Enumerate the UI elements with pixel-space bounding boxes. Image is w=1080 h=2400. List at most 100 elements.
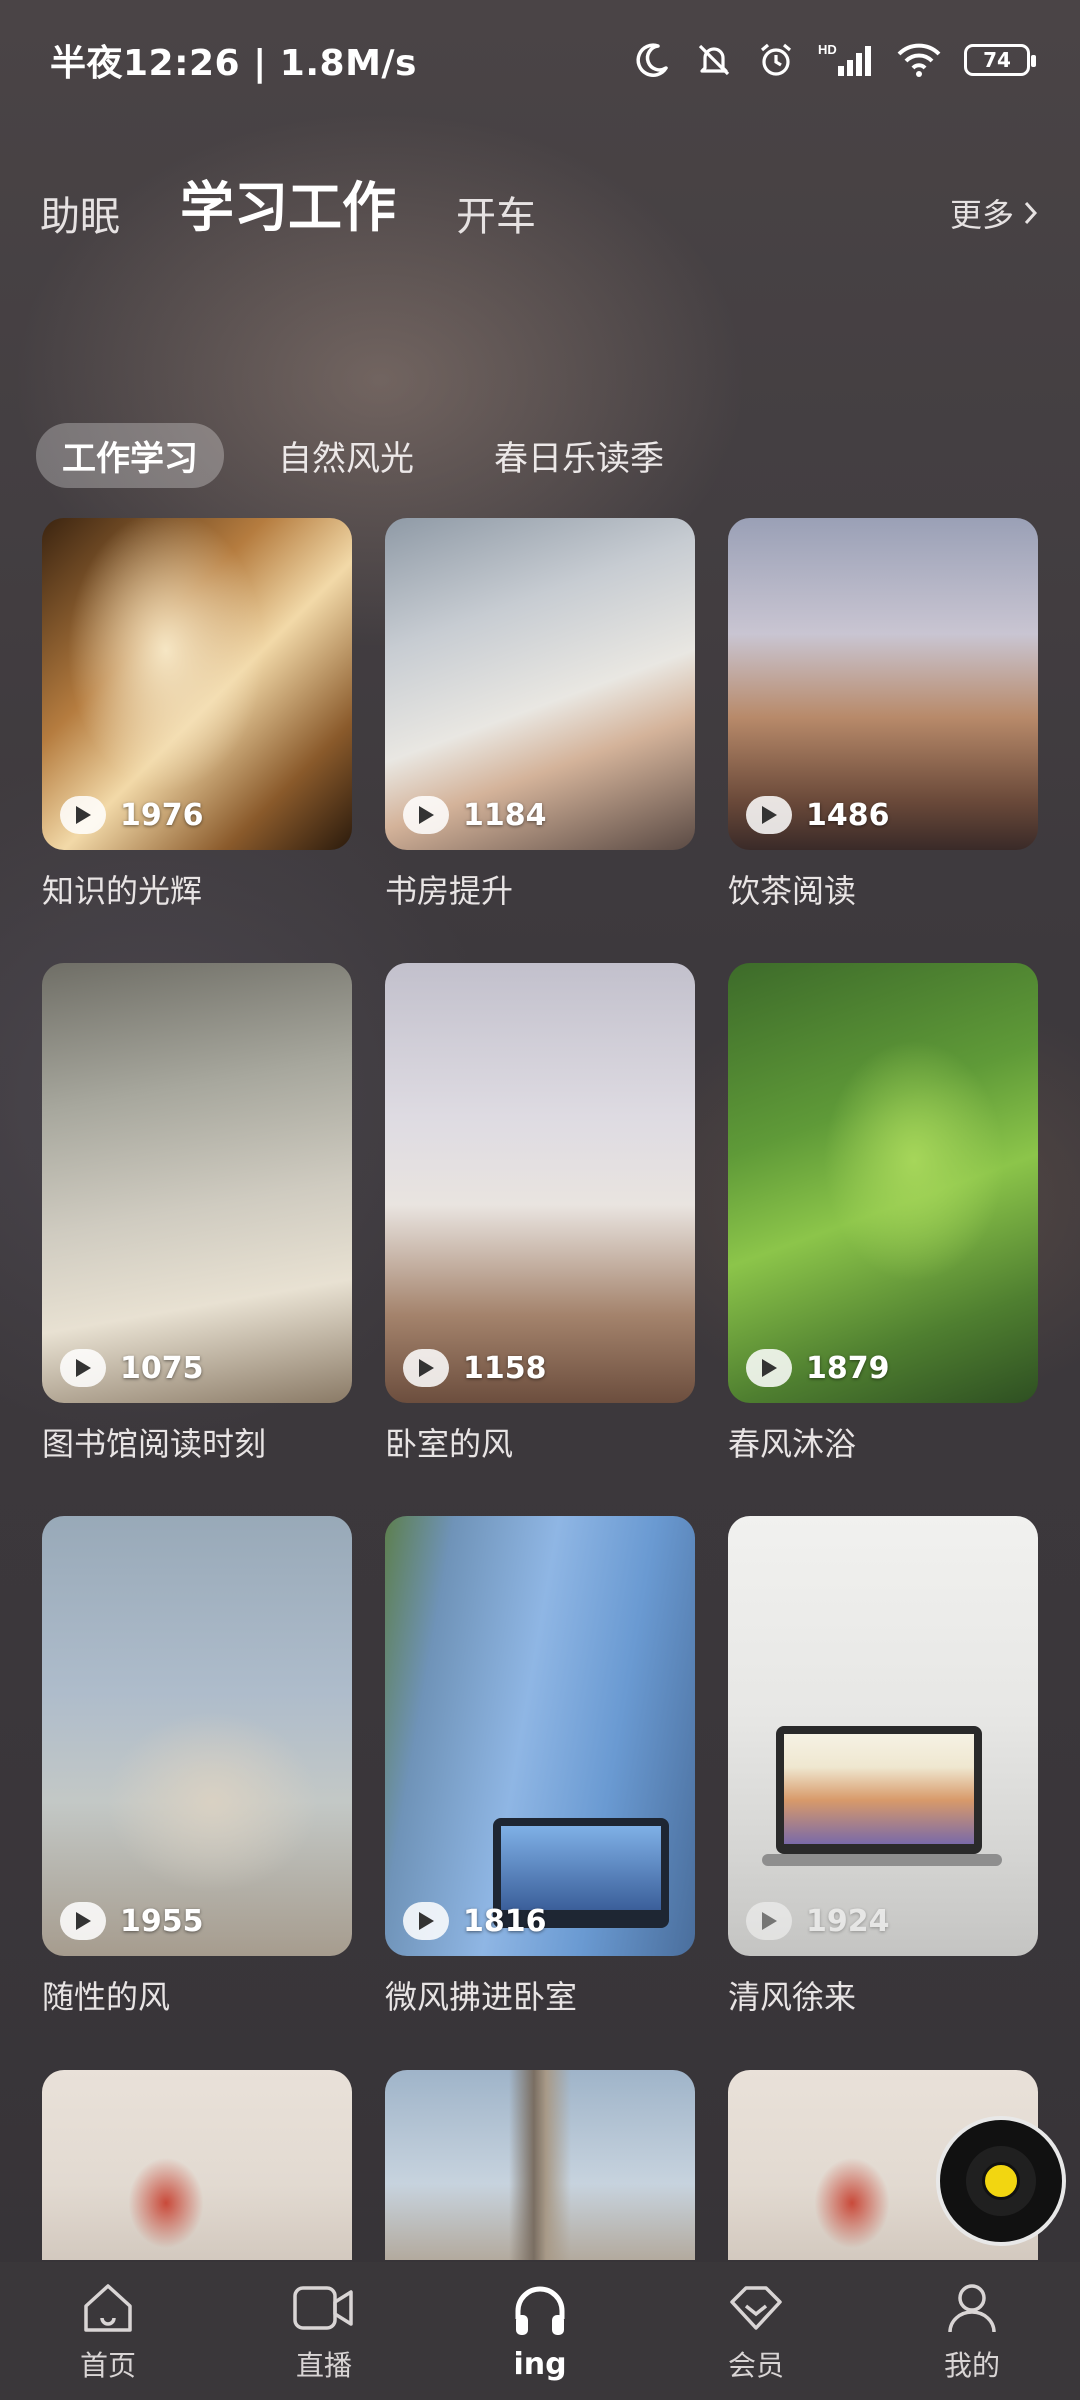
thumbnail xyxy=(42,2070,352,2260)
user-icon xyxy=(948,2284,996,2333)
thumbnail xyxy=(385,2070,695,2260)
status-icons: HD 74 xyxy=(632,40,1036,80)
more-label: 更多 xyxy=(949,196,1014,234)
play-count: 1158 xyxy=(403,1349,547,1387)
card-library-reading[interactable]: 1075 图书馆阅读时刻 xyxy=(42,963,352,1465)
card-title: 春风沐浴 xyxy=(728,1425,857,1463)
play-count: 1075 xyxy=(60,1349,204,1387)
card-study-room[interactable]: 1184 书房提升 xyxy=(385,518,695,912)
thumbnail: 1184 xyxy=(385,518,695,850)
play-count: 1924 xyxy=(746,1902,890,1940)
play-count: 1879 xyxy=(746,1349,890,1387)
play-count: 1486 xyxy=(746,796,890,834)
svg-text:HD: HD xyxy=(818,42,837,57)
battery-icon: 74 xyxy=(964,44,1036,76)
thumbnail: 1816 xyxy=(385,1516,695,1956)
card-gentle-breeze[interactable]: 1924 清风徐来 xyxy=(728,1516,1038,2018)
nav-label: 首页 xyxy=(79,2349,136,2382)
play-count-value: 1486 xyxy=(806,797,890,833)
mini-player-button[interactable] xyxy=(936,2116,1066,2246)
play-icon xyxy=(60,796,106,834)
tab-sleep[interactable]: 助眠 xyxy=(40,184,120,250)
play-count: 1184 xyxy=(403,796,547,834)
nav-vip[interactable]: 会员 xyxy=(686,2278,826,2384)
alarm-icon xyxy=(760,43,792,76)
nav-label: 直播 xyxy=(295,2349,352,2382)
nav-mine[interactable]: 我的 xyxy=(902,2278,1042,2384)
laptop-screen xyxy=(784,1734,974,1844)
tab-driving[interactable]: 开车 xyxy=(456,184,536,250)
laptop-screen xyxy=(501,1826,661,1910)
card-casual-wind[interactable]: 1955 随性的风 xyxy=(42,1516,352,2018)
thumbnail: 1955 xyxy=(42,1516,352,1956)
nav-label: 会员 xyxy=(727,2349,784,2382)
app-screen: 半夜12:26 | 1.8M/s HD 74 助眠 学习工作 开车 更多 工作学… xyxy=(0,0,1080,2400)
thumbnail: 1075 xyxy=(42,963,352,1403)
play-count-value: 1924 xyxy=(806,1903,890,1939)
play-icon xyxy=(746,1902,792,1940)
card-title: 图书馆阅读时刻 xyxy=(42,1425,267,1463)
nav-home[interactable]: 首页 xyxy=(38,2278,178,2384)
vinyl-center xyxy=(982,2162,1020,2200)
card-title: 饮茶阅读 xyxy=(728,872,857,910)
battery-level: 74 xyxy=(983,48,1011,72)
thumbnail: 1976 xyxy=(42,518,352,850)
play-icon xyxy=(60,1349,106,1387)
subtab-work-study[interactable]: 工作学习 xyxy=(36,422,224,488)
thumbnail: 1924 xyxy=(728,1516,1038,1956)
wifi-icon xyxy=(897,43,941,77)
play-count: 1976 xyxy=(60,796,204,834)
bell-off-icon xyxy=(698,44,730,76)
play-count: 1955 xyxy=(60,1902,204,1940)
play-icon xyxy=(60,1902,106,1940)
card-title: 卧室的风 xyxy=(385,1425,514,1463)
home-icon xyxy=(84,2284,132,2332)
nav-live[interactable]: 直播 xyxy=(254,2278,394,2384)
thumbnail: 1879 xyxy=(728,963,1038,1403)
card-tea-reading[interactable]: 1486 饮茶阅读 xyxy=(728,518,1038,912)
more-button[interactable]: 更多 xyxy=(950,190,1040,236)
diamond-icon xyxy=(730,2286,782,2330)
card-knowledge-light[interactable]: 1976 知识的光辉 xyxy=(42,518,352,912)
play-count-value: 1879 xyxy=(806,1350,890,1386)
subtab-nature[interactable]: 自然风光 xyxy=(252,423,440,488)
card-title: 知识的光辉 xyxy=(42,872,203,910)
bottom-nav: 首页 直播 ing 会员 我的 xyxy=(0,2262,1080,2400)
nav-ing[interactable]: ing xyxy=(470,2281,610,2382)
play-icon xyxy=(746,796,792,834)
play-count-value: 1976 xyxy=(120,797,204,833)
play-count-value: 1075 xyxy=(120,1350,204,1386)
status-bar: 半夜12:26 | 1.8M/s HD 74 xyxy=(0,0,1080,120)
sub-category-tabs: 工作学习 自然风光 春日乐读季 xyxy=(36,422,690,488)
category-tabs: 助眠 学习工作 开车 更多 xyxy=(40,160,1040,250)
subtab-spring-reading[interactable]: 春日乐读季 xyxy=(468,423,690,488)
headphones-icon xyxy=(515,2286,565,2335)
card-title: 清风徐来 xyxy=(728,1978,857,2016)
card-title: 书房提升 xyxy=(385,872,514,910)
signal-hd-icon: HD xyxy=(818,42,871,76)
card-breeze-bedroom[interactable]: 1816 微风拂进卧室 xyxy=(385,1516,695,2018)
play-count-value: 1955 xyxy=(120,1903,204,1939)
thumbnail: 1158 xyxy=(385,963,695,1403)
card-row4-1[interactable] xyxy=(42,2070,352,2260)
card-row4-2[interactable] xyxy=(385,2070,695,2260)
card-bedroom-wind[interactable]: 1158 卧室的风 xyxy=(385,963,695,1465)
nav-label: 我的 xyxy=(943,2349,1000,2382)
thumbnail: 1486 xyxy=(728,518,1038,850)
tab-study-work[interactable]: 学习工作 xyxy=(180,163,396,250)
status-time: 半夜12:26 | 1.8M/s xyxy=(50,43,417,84)
play-count-value: 1184 xyxy=(463,797,547,833)
laptop-base xyxy=(762,1854,1002,1866)
play-icon xyxy=(403,796,449,834)
play-icon xyxy=(403,1349,449,1387)
card-spring-breeze[interactable]: 1879 春风沐浴 xyxy=(728,963,1038,1465)
vinyl-disc-icon xyxy=(966,2146,1036,2216)
chevron-right-icon xyxy=(1024,201,1038,225)
play-icon xyxy=(403,1902,449,1940)
laptop-shape xyxy=(776,1726,982,1854)
card-title: 微风拂进卧室 xyxy=(385,1978,578,2016)
play-count: 1816 xyxy=(403,1902,547,1940)
play-count-value: 1158 xyxy=(463,1350,547,1386)
video-camera-icon xyxy=(293,2286,353,2330)
card-title: 随性的风 xyxy=(42,1978,171,2016)
